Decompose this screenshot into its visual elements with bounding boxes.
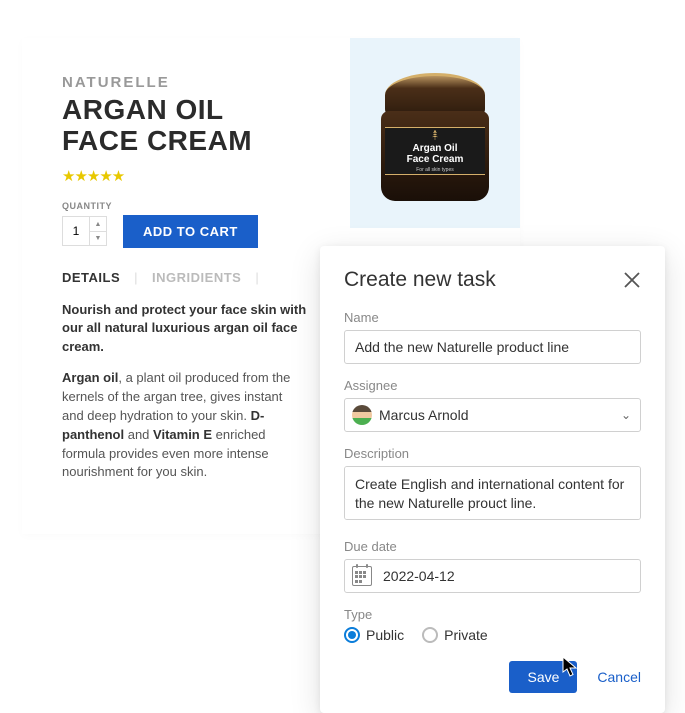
name-label: Name [344,310,641,325]
desc-argan: Argan oil [62,370,118,385]
quantity-input[interactable] [63,217,89,245]
save-button[interactable]: Save [509,661,577,693]
quantity-up[interactable]: ▲ [90,217,106,231]
jar-label-line1: Argan Oil [412,143,457,154]
radio-icon [344,627,360,643]
product-image: Argan Oil Face Cream For all skin types [350,38,520,228]
name-input[interactable] [344,330,641,364]
radio-private[interactable]: Private [422,627,488,643]
desc-and: and [124,427,153,442]
product-jar-illustration: Argan Oil Face Cream For all skin types [375,63,495,203]
duedate-label: Due date [344,539,641,554]
modal-title: Create new task [344,268,496,292]
radio-icon [422,627,438,643]
product-description: Nourish and protect your face skin with … [62,301,307,483]
jar-label-line3: For all skin types [416,167,454,173]
jar-label-line2: Face Cream [407,154,464,165]
calendar-icon[interactable] [352,566,372,586]
leaf-icon [429,129,441,141]
radio-private-label: Private [444,627,488,643]
assignee-avatar [352,405,372,425]
description-input[interactable] [344,466,641,520]
create-task-modal: Create new task Name Assignee Marcus Arn… [320,246,665,713]
desc-vite: Vitamin E [153,427,212,442]
duedate-input[interactable] [344,559,641,593]
quantity-down[interactable]: ▼ [90,231,106,245]
cancel-button[interactable]: Cancel [597,669,641,685]
tab-details[interactable]: DETAILS [62,270,120,285]
assignee-select[interactable]: Marcus Arnold [344,398,641,432]
description-label: Description [344,446,641,461]
type-label: Type [344,607,641,622]
close-icon[interactable] [623,271,641,289]
chevron-down-icon: ⌄ [621,408,631,422]
assignee-label: Assignee [344,378,641,393]
add-to-cart-button[interactable]: ADD TO CART [123,215,258,248]
radio-public[interactable]: Public [344,627,404,643]
quantity-stepper[interactable]: ▲ ▼ [62,216,107,246]
desc-lead: Nourish and protect your face skin with … [62,302,306,355]
radio-public-label: Public [366,627,404,643]
tab-separator: | [255,270,259,285]
tab-ingredients[interactable]: INGRIDIENTS [152,270,241,285]
tab-separator: | [134,270,138,285]
